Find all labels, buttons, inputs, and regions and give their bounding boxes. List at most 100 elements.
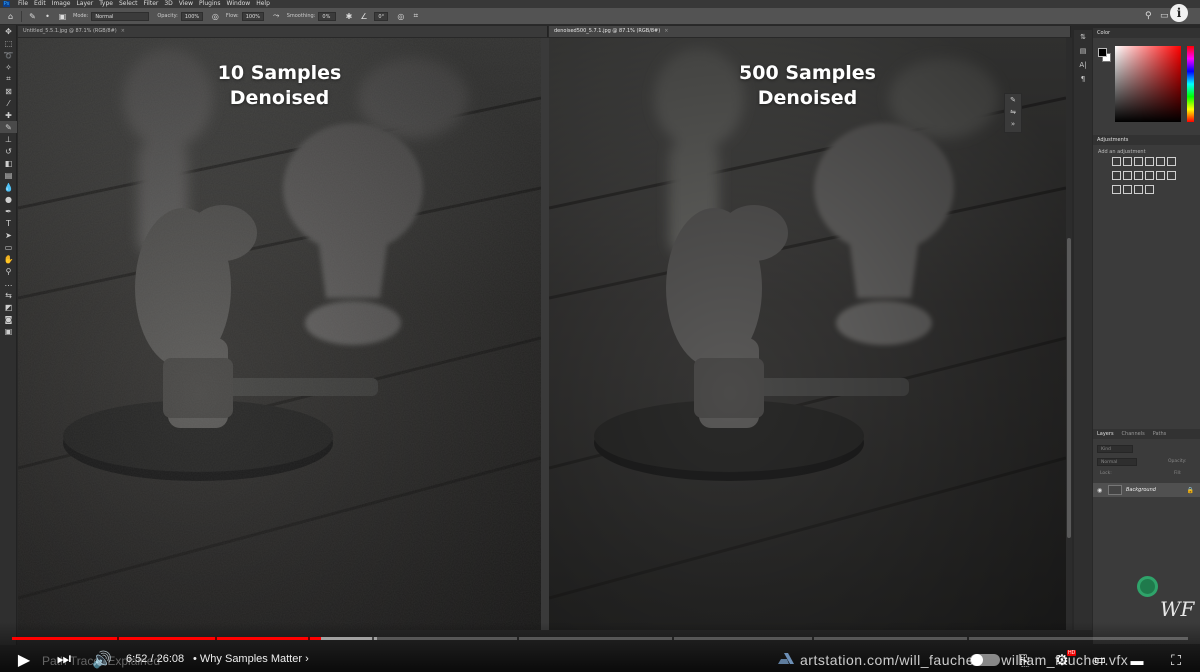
smoothing-settings-icon[interactable]: ✱ — [344, 12, 353, 21]
character-icon[interactable]: A| — [1074, 58, 1092, 72]
brightness-contrast-icon[interactable] — [1112, 157, 1121, 166]
next-icon[interactable]: ⏭ — [54, 650, 74, 670]
menu-item-help[interactable]: Help — [256, 0, 270, 8]
canvas-left[interactable]: 10 Samples Denoised — [18, 38, 541, 630]
adjust-icon[interactable]: ⇋ — [1005, 106, 1021, 118]
selective-color-icon[interactable] — [1134, 185, 1143, 194]
magic-wand-icon[interactable]: ✧ — [0, 61, 17, 73]
lasso-tool-icon[interactable]: ➰ — [0, 49, 17, 61]
foreground-color-swatch[interactable] — [1098, 48, 1107, 57]
menu-item-edit[interactable]: Edit — [34, 0, 46, 8]
hue-slider[interactable] — [1187, 46, 1194, 122]
tab-channels[interactable]: Channels — [1122, 429, 1145, 439]
brush-size-icon[interactable]: • — [43, 12, 52, 21]
menu-item-plugins[interactable]: Plugins — [199, 0, 221, 8]
healing-brush-icon[interactable]: ✚ — [0, 109, 17, 121]
color-swatches-icon[interactable]: ◩ — [0, 301, 17, 313]
hue-saturation-icon[interactable] — [1167, 157, 1176, 166]
invert-icon[interactable] — [1167, 171, 1176, 180]
autoplay-toggle[interactable] — [970, 654, 1000, 666]
menu-item-layer[interactable]: Layer — [76, 0, 93, 8]
gradient-tool-icon[interactable]: ▤ — [0, 169, 17, 181]
close-icon[interactable]: × — [664, 28, 668, 34]
dodge-tool-icon[interactable]: ● — [0, 193, 17, 205]
miniplayer-icon[interactable]: ▭ — [1090, 650, 1110, 670]
path-selection-icon[interactable]: ➤ — [0, 229, 17, 241]
flow-field[interactable]: 100% — [241, 11, 264, 21]
canvas-right[interactable]: 500 Samples Denoised — [549, 38, 1066, 630]
threshold-icon[interactable] — [1123, 185, 1132, 194]
screen-mode-icon[interactable]: ▣ — [0, 325, 17, 337]
color-picker-field[interactable] — [1115, 46, 1181, 122]
doc-tab-right[interactable]: denoised500_5.7.1.jpg @ 87.1% (RGB/8#) × — [549, 26, 1071, 37]
type-tool-icon[interactable]: T — [0, 217, 17, 229]
close-icon[interactable]: × — [121, 28, 125, 34]
blur-tool-icon[interactable]: 💧 — [0, 181, 17, 193]
scrollbar-thumb[interactable] — [1067, 238, 1071, 538]
tab-layers[interactable]: Layers — [1097, 429, 1114, 439]
vibrance-icon[interactable] — [1156, 157, 1165, 166]
photo-filter-icon[interactable] — [1134, 171, 1143, 180]
paragraph-icon[interactable]: ¶ — [1074, 72, 1092, 86]
smoothing-field[interactable]: 0% — [318, 11, 337, 21]
layer-row[interactable]: ◉ Background 🔒 — [1093, 483, 1200, 497]
angle-field[interactable]: 0° — [374, 11, 389, 21]
fullscreen-icon[interactable]: ⛶ — [1166, 650, 1186, 670]
exposure-icon[interactable] — [1145, 157, 1154, 166]
home-icon[interactable]: ⌂ — [6, 12, 15, 21]
pressure-size-icon[interactable]: ◎ — [396, 12, 405, 21]
menu-item-view[interactable]: View — [179, 0, 193, 8]
layer-filter-kind[interactable]: Kind — [1097, 445, 1133, 453]
visibility-eye-icon[interactable]: ◉ — [1097, 487, 1105, 494]
menu-item-type[interactable]: Type — [99, 0, 113, 8]
play-icon[interactable]: ▶ — [14, 650, 34, 670]
progress-bar[interactable] — [12, 637, 1188, 640]
move-tool-icon[interactable]: ✥ — [0, 25, 17, 37]
subtitles-icon[interactable]: ⎘ — [1013, 650, 1035, 670]
mode-select[interactable]: Normal — [91, 11, 150, 21]
properties-icon[interactable]: ▤ — [1074, 44, 1092, 58]
workspace-icon[interactable]: ▭ — [1160, 11, 1169, 21]
menu-item-file[interactable]: File — [18, 0, 28, 8]
theater-mode-icon[interactable]: ▬ — [1127, 650, 1147, 670]
posterize-icon[interactable] — [1112, 185, 1121, 194]
symmetry-icon[interactable]: ⌗ — [411, 11, 420, 21]
volume-icon[interactable]: 🔊 — [92, 650, 112, 670]
zoom-tool-icon[interactable]: ⚲ — [0, 265, 17, 277]
curves-icon[interactable] — [1134, 157, 1143, 166]
levels-icon[interactable] — [1123, 157, 1132, 166]
pen-tool-icon[interactable]: ✒ — [0, 205, 17, 217]
menu-item-select[interactable]: Select — [119, 0, 138, 8]
chapter-title[interactable]: • Why Samples Matter › — [193, 653, 309, 665]
info-icon[interactable]: i — [1170, 4, 1188, 22]
marquee-tool-icon[interactable]: ⬚ — [0, 37, 17, 49]
opacity-field[interactable]: 100% — [180, 11, 203, 21]
menu-item-3d[interactable]: 3D — [164, 0, 172, 8]
airbrush-icon[interactable]: ⤳ — [272, 11, 281, 21]
eyedropper-icon[interactable]: ⁄ — [0, 97, 17, 109]
gradient-map-icon[interactable] — [1145, 185, 1154, 194]
frame-tool-icon[interactable]: ⊠ — [0, 85, 17, 97]
more-tools-icon[interactable]: … — [0, 277, 17, 289]
rectangle-tool-icon[interactable]: ▭ — [0, 241, 17, 253]
brush-settings-icon[interactable]: ▣ — [58, 12, 67, 21]
tab-color[interactable]: Color — [1097, 28, 1110, 38]
quick-mask-icon[interactable]: ◙ — [0, 313, 17, 325]
black-white-icon[interactable] — [1123, 171, 1132, 180]
brush-tool-icon[interactable]: ✎ — [0, 121, 17, 133]
menu-item-filter[interactable]: Filter — [144, 0, 159, 8]
eraser-icon[interactable]: ◧ — [0, 157, 17, 169]
color-lookup-icon[interactable] — [1156, 171, 1165, 180]
hand-tool-icon[interactable]: ✋ — [0, 253, 17, 265]
brush-settings-icon[interactable]: ✎ — [1005, 94, 1021, 106]
swap-colors-icon[interactable]: ⇆ — [0, 289, 17, 301]
tab-adjustments[interactable]: Adjustments — [1097, 135, 1128, 145]
layer-blend-mode[interactable]: Normal — [1097, 458, 1137, 466]
pressure-opacity-icon[interactable]: ◎ — [211, 12, 220, 21]
search-icon[interactable]: ⚲ — [1145, 11, 1152, 21]
history-brush-icon[interactable]: ↺ — [0, 145, 17, 157]
menu-item-window[interactable]: Window — [227, 0, 251, 8]
doc-tab-left[interactable]: Untitled_5.5.1.jpg @ 87.1% (RGB/8#) × — [18, 26, 548, 37]
menu-item-image[interactable]: Image — [52, 0, 71, 8]
color-balance-icon[interactable] — [1112, 171, 1121, 180]
